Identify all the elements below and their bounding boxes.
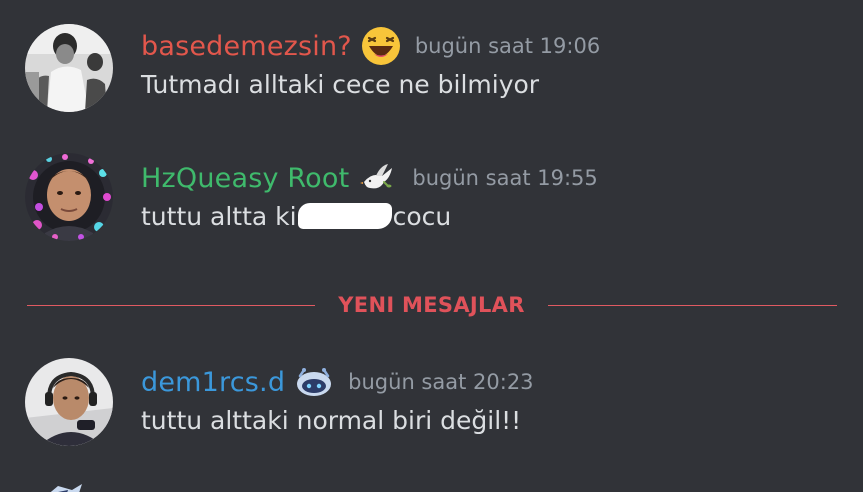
robot-blob-icon (294, 362, 334, 402)
divider-line (548, 305, 837, 306)
message-content: tuttu altta ki cocu (141, 202, 451, 231)
avatar[interactable] (25, 24, 113, 112)
message-content: tuttu alttaki normal biri değil!! (141, 406, 522, 435)
new-messages-divider: YENI MESAJLAR (27, 292, 837, 318)
redaction-mark (297, 203, 392, 229)
message-text: cocu (392, 202, 452, 231)
message-content: Tutmadı alltaki cece ne bilmiyor (141, 70, 540, 99)
username[interactable]: basedemezsin? (141, 31, 352, 62)
message-header: dem1rcs.d bugün saat 20:23 (141, 358, 534, 406)
avatar[interactable] (25, 153, 113, 241)
message-item[interactable]: HzQueasy Root bugün saat 19:55 tuttu alt… (0, 153, 863, 244)
username[interactable]: HzQueasy Root (141, 163, 349, 194)
message-item[interactable]: dem1rcs.d bugün saat 20:23 tuttu alttaki… (0, 358, 863, 448)
divider-line (27, 305, 315, 306)
laughing-emoji-icon (361, 26, 401, 66)
timestamp[interactable]: bugün saat 19:55 (412, 166, 597, 190)
message-header: basedemezsin? bugün saat 19:06 (141, 22, 600, 70)
new-messages-label: YENI MESAJLAR (338, 293, 525, 317)
next-message-avatar-icon (42, 480, 86, 492)
message-item[interactable]: basedemezsin? bugün saat 19:06 Tutmadı a… (0, 22, 863, 112)
timestamp[interactable]: bugün saat 20:23 (348, 370, 533, 394)
message-header: HzQueasy Root bugün saat 19:55 (141, 154, 598, 202)
dove-icon (358, 158, 398, 198)
chat-message-list: basedemezsin? bugün saat 19:06 Tutmadı a… (0, 0, 863, 492)
username[interactable]: dem1rcs.d (141, 367, 285, 398)
message-text: tuttu altta ki (141, 202, 297, 231)
avatar[interactable] (25, 358, 113, 446)
timestamp[interactable]: bugün saat 19:06 (415, 34, 600, 58)
